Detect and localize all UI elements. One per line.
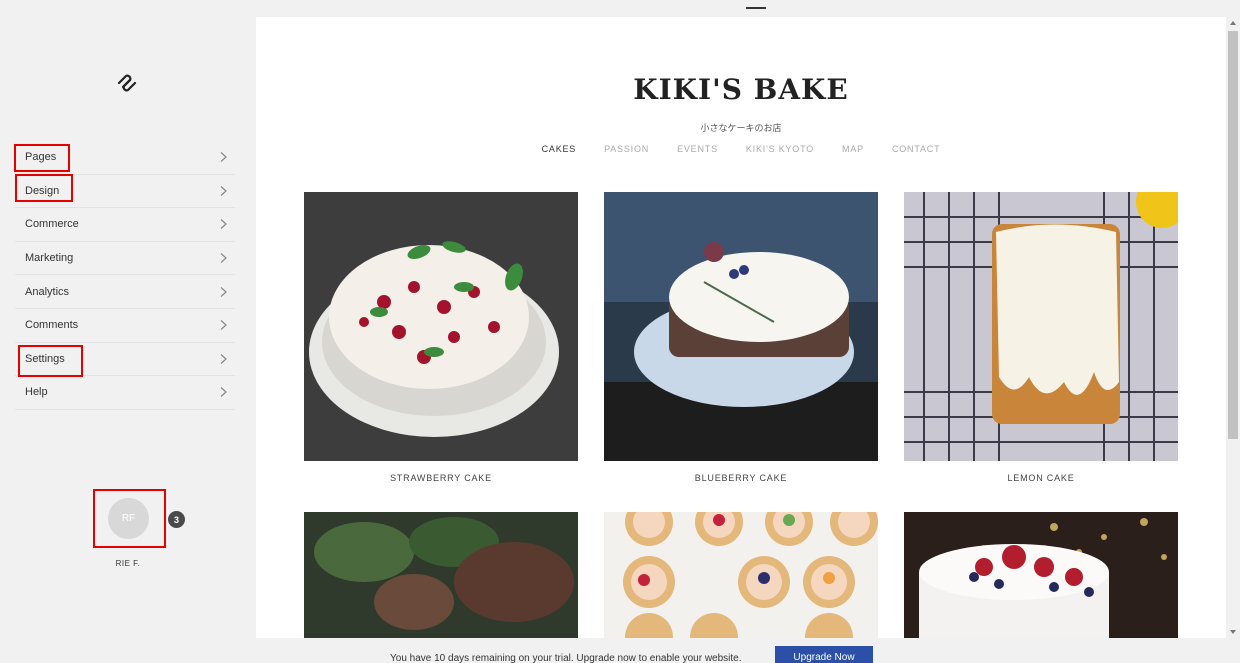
- chevron-right-icon: [220, 353, 227, 364]
- highlight-box-settings: [18, 345, 83, 377]
- highlight-box-pages: [14, 144, 70, 172]
- chevron-right-icon: [220, 152, 227, 163]
- notification-badge[interactable]: 3: [168, 511, 185, 528]
- sidebar-item-commerce[interactable]: Commerce: [15, 208, 235, 242]
- site-title[interactable]: KIKI'S BAKE: [256, 73, 1226, 106]
- chevron-right-icon: [220, 286, 227, 297]
- site-nav-kikis-kyoto[interactable]: KIKI'S KYOTO: [746, 144, 814, 154]
- site-tagline: 小さなケーキのお店: [700, 123, 782, 133]
- chevron-right-icon: [220, 185, 227, 196]
- product-image-4[interactable]: [304, 512, 578, 638]
- user-name: RIE F.: [115, 559, 141, 568]
- upgrade-now-button[interactable]: Upgrade Now: [775, 646, 873, 663]
- chevron-right-icon: [220, 320, 227, 331]
- sidebar-item-label: Marketing: [25, 252, 74, 265]
- product-caption[interactable]: BLUEBERRY CAKE: [604, 473, 878, 483]
- sidebar: Pages Design Commerce Marketing Analytic…: [0, 0, 255, 663]
- sidebar-item-label: Comments: [25, 319, 79, 332]
- product-image-blueberry-cake[interactable]: [604, 192, 878, 461]
- sidebar-item-label: Analytics: [25, 285, 70, 298]
- sidebar-item-label: Commerce: [25, 218, 79, 231]
- site-nav-contact[interactable]: CONTACT: [892, 144, 940, 154]
- highlight-box-design: [15, 174, 73, 202]
- product-caption[interactable]: STRAWBERRY CAKE: [304, 473, 578, 483]
- sidebar-item-analytics[interactable]: Analytics: [15, 275, 235, 309]
- sidebar-item-help[interactable]: Help: [15, 376, 235, 410]
- chevron-right-icon: [220, 253, 227, 264]
- product-image-strawberry-cake[interactable]: [304, 192, 578, 461]
- trial-message: You have 10 days remaining on your trial…: [390, 653, 742, 663]
- site-nav-cakes[interactable]: CAKES: [542, 144, 577, 154]
- sidebar-item-label: Help: [25, 386, 48, 399]
- site-nav-events[interactable]: EVENTS: [677, 144, 718, 154]
- scroll-up-arrow-icon[interactable]: [1230, 21, 1236, 25]
- site-nav-map[interactable]: MAP: [842, 144, 864, 154]
- scroll-down-arrow-icon[interactable]: [1230, 630, 1236, 634]
- product-image-6[interactable]: [904, 512, 1178, 638]
- trial-banner: You have 10 days remaining on your trial…: [0, 638, 1240, 663]
- product-image-5[interactable]: [604, 512, 878, 638]
- scroll-thumb[interactable]: [1228, 31, 1238, 439]
- squarespace-logo-icon[interactable]: [116, 72, 138, 94]
- site-nav-passion[interactable]: PASSION: [604, 144, 649, 154]
- product-image-lemon-cake[interactable]: [904, 192, 1178, 461]
- avatar[interactable]: RF: [108, 498, 149, 539]
- chevron-right-icon: [220, 387, 227, 398]
- site-nav: CAKES PASSION EVENTS KIKI'S KYOTO MAP CO…: [256, 144, 1226, 154]
- sidebar-item-comments[interactable]: Comments: [15, 309, 235, 343]
- scrollbar[interactable]: [1226, 17, 1240, 638]
- chevron-right-icon: [220, 219, 227, 230]
- sidebar-item-marketing[interactable]: Marketing: [15, 242, 235, 276]
- product-caption[interactable]: LEMON CAKE: [904, 473, 1178, 483]
- site-preview: KIKI'S BAKE 小さなケーキのお店 CAKES PASSION EVEN…: [256, 17, 1226, 638]
- drag-handle[interactable]: [746, 7, 766, 9]
